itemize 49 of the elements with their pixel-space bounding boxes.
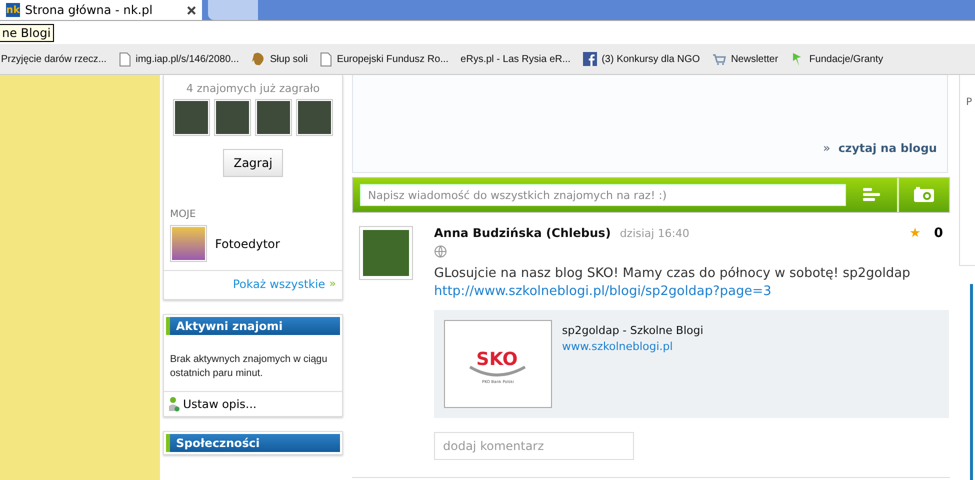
person-icon: [168, 396, 180, 412]
photo-placeholder: [296, 99, 333, 136]
bookmark[interactable]: Słup soli: [251, 51, 308, 67]
close-icon[interactable]: [187, 6, 196, 14]
panel-label: P: [966, 97, 974, 108]
post-link[interactable]: http://www.szkolneblogi.pl/blogi/sp2goldap?page=3: [434, 284, 950, 299]
message-field[interactable]: Napisz wiadomość do wszystkich znajomych na raz! :): [360, 184, 846, 206]
photo-placeholder[interactable]: [359, 226, 413, 280]
bookmark[interactable]: img.iap.pl/s/146/2080...: [118, 52, 239, 66]
camera-icon: [913, 187, 935, 203]
author-name[interactable]: Anna Budzińska (Chlebus): [434, 226, 611, 240]
app-name[interactable]: Fotoedytor: [215, 236, 280, 250]
page-icon: [320, 52, 332, 66]
played-text: 4 znajomych już zagrało: [185, 81, 321, 95]
panel-header: Aktywni znajomi: [166, 317, 340, 335]
post-text: GLosujcie na nasz blog SKO! Mamy czas do północy w sobotę! sp2goldap: [434, 266, 912, 281]
post-time: dzisiaj 16:40: [620, 227, 690, 240]
section-label: MOJE: [170, 209, 197, 220]
star-count: 0: [934, 226, 943, 241]
set-status-button[interactable]: Ustaw opis...: [164, 391, 342, 416]
read-blog-link[interactable]: czytaj na blogu: [838, 141, 937, 155]
bookmark[interactable]: Przyjęcie darów rzecz...: [1, 54, 107, 64]
globe-icon: [434, 245, 447, 258]
photo-placeholder: [173, 99, 210, 136]
show-all-link[interactable]: Pokaż wszystkie: [232, 277, 326, 291]
empty-message: Brak aktywnych znajomych w ciągu ostatnich paru minut.: [169, 353, 328, 381]
bookmark[interactable]: (3) Konkursy dla NGO: [582, 52, 700, 66]
page-icon: [118, 52, 131, 66]
comment-field[interactable]: dodaj komentarz: [434, 432, 634, 460]
tab-title: Strona główna - nk.pl: [25, 3, 154, 17]
facebook-icon: [582, 52, 597, 66]
bookmark[interactable]: Fundacje/Granty: [790, 51, 884, 67]
bookmark[interactable]: Europejski Fundusz Ro...: [320, 52, 449, 66]
preview-title: sp2goldap - Szkolne Blogi: [562, 324, 704, 337]
preview-link[interactable]: www.szkolneblogi.pl: [562, 340, 704, 353]
text-lines-icon: [862, 188, 880, 202]
bookmark[interactable]: eRys.pl - Las Rysia eR...: [460, 54, 571, 64]
arrow-text: »: [823, 141, 830, 155]
tooltip: ne Blogi: [0, 24, 54, 42]
panel-header: Społeczności: [166, 434, 340, 452]
arrow-text: »: [329, 277, 336, 291]
photo-placeholder: [214, 99, 251, 136]
photo-placeholder: [255, 99, 292, 136]
cart-icon: [712, 52, 726, 66]
play-button[interactable]: Zagraj: [222, 149, 284, 177]
browser-tab[interactable]: nk Strona główna - nk.pl: [0, 0, 202, 20]
site-logo: nk: [6, 3, 20, 17]
app-thumbnail[interactable]: [170, 225, 207, 262]
bookmark[interactable]: Newsletter: [712, 52, 778, 66]
